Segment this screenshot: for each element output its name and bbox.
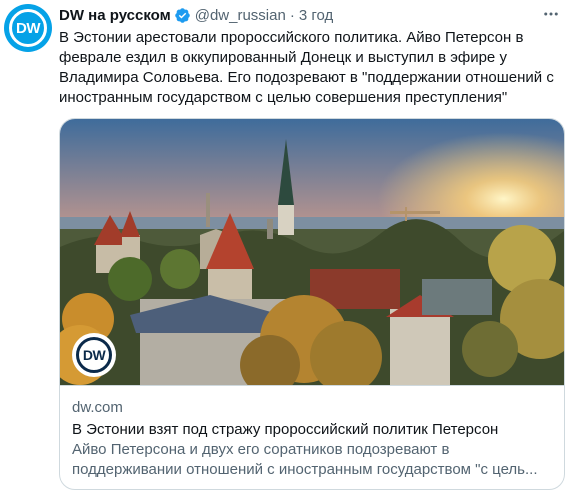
verified-badge-icon bbox=[174, 7, 191, 24]
tweet[interactable]: DW DW на русском @dw_russian · 3 год В Э… bbox=[0, 0, 574, 493]
link-card[interactable]: DW dw.com В Эстонии взят под стражу прор… bbox=[59, 118, 565, 490]
more-options-button[interactable] bbox=[540, 4, 562, 24]
display-name[interactable]: DW на русском bbox=[59, 7, 171, 24]
account-handle[interactable]: @dw_russian bbox=[195, 7, 286, 24]
card-domain: dw.com bbox=[72, 399, 123, 416]
separator-dot: · bbox=[289, 6, 295, 24]
tweet-text: В Эстонии арестовали пророссийского поли… bbox=[59, 29, 554, 106]
avatar-logo: DW bbox=[9, 9, 47, 47]
dw-logo: DW bbox=[76, 337, 112, 373]
avatar[interactable]: DW bbox=[4, 4, 52, 52]
tweet-header: DW на русском @dw_russian · 3 год bbox=[59, 5, 333, 25]
dw-logo-badge: DW bbox=[72, 333, 116, 377]
card-body: dw.com В Эстонии взят под стражу проросс… bbox=[60, 385, 564, 489]
card-description: Айво Петерсона и двух его соратников под… bbox=[72, 441, 538, 478]
tweet-timestamp[interactable]: 3 год bbox=[299, 7, 333, 24]
more-dots-icon bbox=[544, 12, 558, 16]
card-image: DW bbox=[60, 119, 564, 385]
card-title[interactable]: В Эстонии взят под стражу пророссийский … bbox=[72, 420, 552, 440]
